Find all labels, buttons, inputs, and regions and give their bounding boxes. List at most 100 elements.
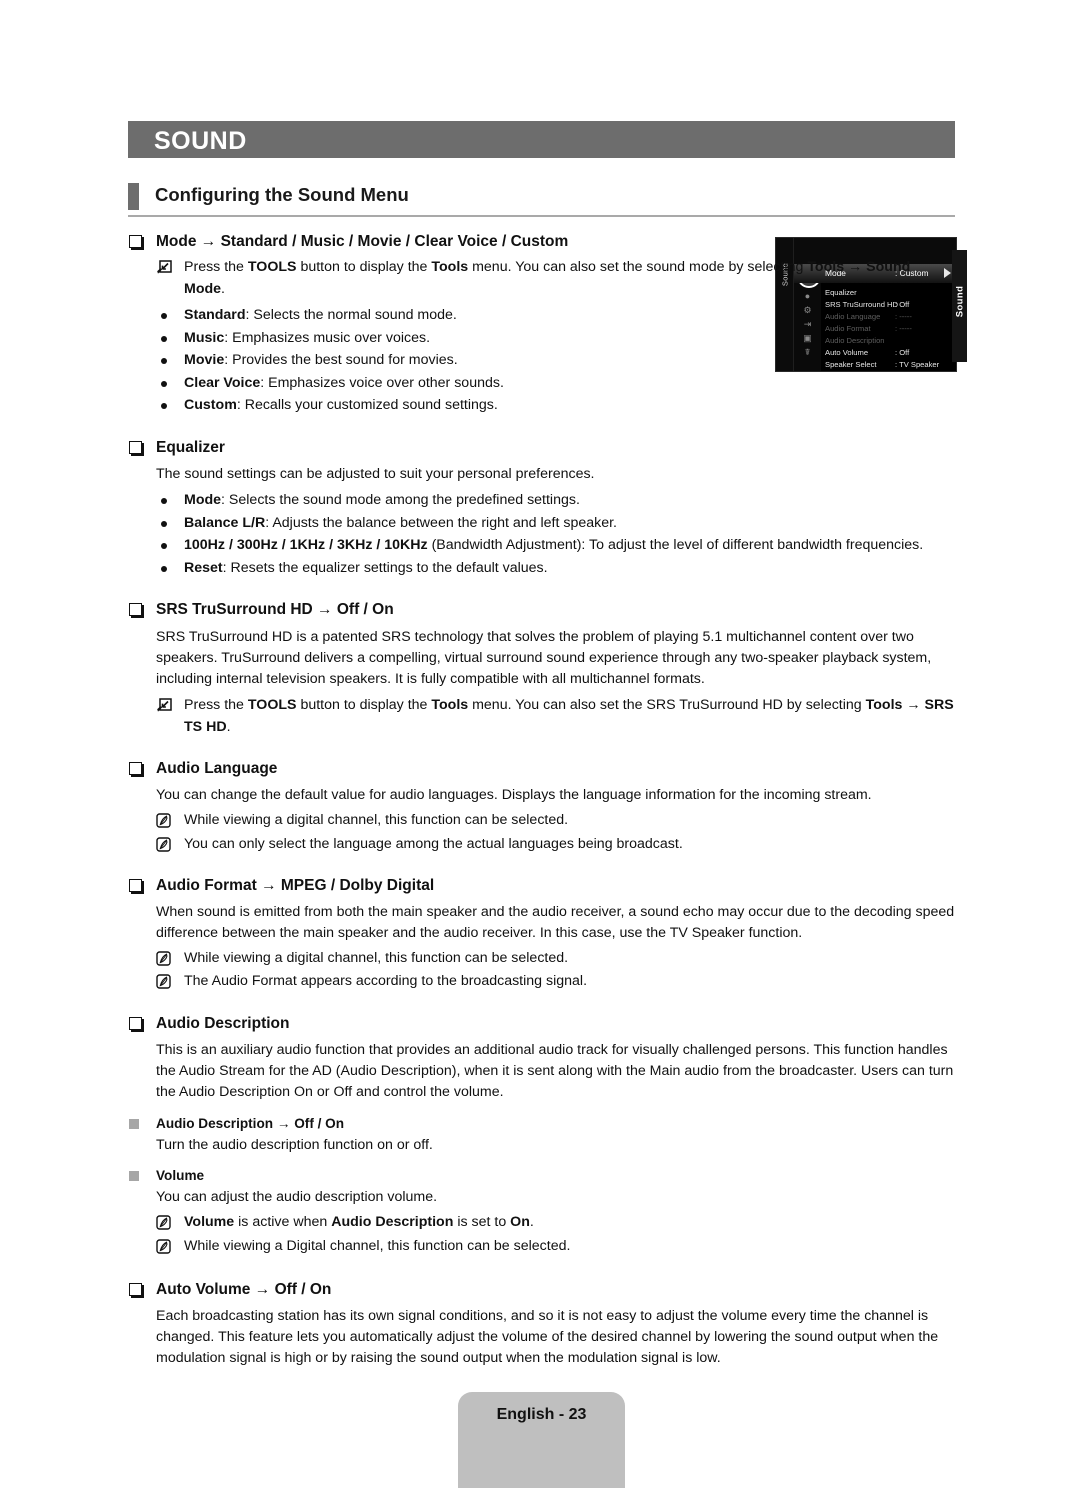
note-item: While viewing a digital channel, this fu…: [128, 948, 955, 969]
topic-audio-format-options: MPEG / Dolby Digital: [280, 876, 435, 894]
topic-equalizer-title: Equalizer: [156, 438, 225, 456]
bullet-desc: : Recalls your customized sound settings…: [236, 397, 498, 414]
note-b3: On: [510, 1214, 530, 1231]
srs-body: SRS TruSurround HD is a patented SRS tec…: [156, 628, 932, 687]
square-bullet-icon: [129, 878, 142, 892]
bullet-term: 100Hz / 300Hz / 1KHz / 3KHz / 10KHz: [184, 537, 428, 554]
note-t3: .: [529, 1214, 534, 1231]
note-icon: [156, 974, 171, 989]
note-t2: is set to: [453, 1214, 511, 1231]
list-item: Balance L/R: Adjusts the balance between…: [128, 513, 955, 535]
note-text: While viewing a digital channel, this fu…: [184, 949, 569, 966]
arrow-icon: →: [261, 876, 277, 894]
note-b2: Audio Description: [331, 1214, 454, 1231]
section-heading: Configuring the Sound Menu: [128, 183, 955, 217]
topic-auto-volume-term: Auto Volume: [156, 1280, 251, 1298]
note-text: While viewing a digital channel, this fu…: [184, 812, 569, 829]
tools-note-t1: Press the: [184, 259, 248, 276]
arrow-icon: →: [317, 601, 333, 619]
square-bullet-icon: [129, 603, 142, 617]
square-bullet-icon: [129, 762, 142, 776]
topic-mode-term: Mode: [156, 233, 197, 250]
tools-note-t4: →: [902, 697, 925, 714]
audio-language-body: You can change the default value for aud…: [156, 787, 872, 804]
subitem-volume-body: You can adjust the audio description vol…: [156, 1189, 438, 1206]
arrow-icon: →: [254, 1280, 271, 1298]
topic-audio-format-term: Audio Format: [156, 876, 257, 894]
list-item: Movie: Provides the best sound for movie…: [128, 350, 955, 372]
tools-note-t2: button to display the: [296, 697, 432, 714]
dot-bullet-icon: [161, 335, 167, 342]
mode-bullet-list: Standard: Selects the normal sound mode.…: [128, 305, 955, 417]
arrow-icon: →: [276, 1115, 291, 1131]
audio-language-notes: While viewing a digital channel, this fu…: [128, 810, 955, 855]
arrow-icon: →: [200, 233, 217, 250]
tools-note-t5: .: [226, 718, 231, 735]
topic-auto-volume-options: Off / On: [274, 1280, 332, 1298]
bullet-term: Reset: [184, 559, 223, 576]
equalizer-bullet-list: Mode: Selects the sound mode among the p…: [128, 490, 955, 579]
auto-volume-body: Each broadcasting station has its own si…: [156, 1308, 939, 1367]
tools-note-b2: Tools: [431, 697, 469, 714]
page-content: Mode → Standard / Music / Movie / Clear …: [128, 232, 955, 1369]
tools-note-b3: Tools: [865, 697, 903, 714]
dot-bullet-icon: [161, 380, 167, 387]
topic-audio-description-title: Audio Description: [156, 1014, 290, 1032]
bullet-term: Standard: [184, 306, 246, 323]
square-bullet-icon: [129, 1016, 142, 1030]
tools-icon: [156, 698, 172, 713]
tools-note-b3: Tools: [807, 259, 845, 276]
note-b1: Volume: [184, 1214, 235, 1231]
audio-format-body: When sound is emitted from both the main…: [156, 904, 955, 942]
note-item: You can only select the language among t…: [128, 834, 955, 855]
bullet-desc: : Emphasizes music over voices.: [224, 329, 431, 346]
note-icon: [156, 813, 171, 828]
topic-audio-language: Audio Language: [128, 759, 955, 778]
tools-note-b2: Tools: [431, 259, 469, 276]
subitem-term: Audio Description: [156, 1115, 274, 1131]
bullet-term: Mode: [184, 492, 222, 509]
tools-note-t2: button to display the: [296, 259, 432, 276]
gray-square-bullet-icon: [129, 1171, 139, 1182]
bullet-term: Movie: [184, 352, 225, 369]
topic-audio-description: Audio Description: [128, 1014, 955, 1033]
note-text: While viewing a Digital channel, this fu…: [184, 1237, 571, 1254]
topic-auto-volume: Auto Volume → Off / On: [128, 1280, 955, 1299]
tools-note-t3: menu. You can also set the SRS TruSurrou…: [468, 697, 866, 714]
list-item: Music: Emphasizes music over voices.: [128, 328, 955, 350]
topic-mode: Mode → Standard / Music / Movie / Clear …: [128, 232, 955, 251]
bullet-desc: : Selects the normal sound mode.: [245, 306, 457, 323]
subitem-volume: Volume: [128, 1168, 955, 1183]
note-item: The Audio Format appears according to th…: [128, 971, 955, 992]
note-item: Volume is active when Audio Description …: [128, 1212, 955, 1233]
bullet-desc: : Adjusts the balance between the right …: [265, 514, 617, 531]
note-text: The Audio Format appears according to th…: [184, 973, 588, 990]
subitem-audio-description-body: Turn the audio description function on o…: [156, 1136, 433, 1153]
tools-note-t5: .: [221, 280, 225, 297]
page-number-label: English - 23: [496, 1406, 587, 1423]
bullet-desc: (Bandwidth Adjustment): To adjust the le…: [427, 537, 924, 554]
subitem-volume-title: Volume: [156, 1168, 205, 1184]
dot-bullet-icon: [161, 498, 167, 505]
tools-icon: [156, 260, 172, 275]
note-item: While viewing a digital channel, this fu…: [128, 810, 955, 831]
list-item: Clear Voice: Emphasizes voice over other…: [128, 373, 955, 395]
section-divider: [128, 215, 955, 217]
note-icon: [156, 951, 171, 966]
note-item: While viewing a Digital channel, this fu…: [128, 1236, 955, 1257]
bullet-term: Music: [184, 329, 225, 346]
note-t1: is active when: [234, 1214, 332, 1231]
equalizer-intro: The sound settings can be adjusted to su…: [156, 466, 595, 483]
bullet-desc: : Resets the equalizer settings to the d…: [222, 559, 548, 576]
bullet-desc: : Provides the best sound for movies.: [224, 352, 458, 369]
tools-note-srs: Press the TOOLS button to display the To…: [128, 695, 955, 738]
topic-audio-language-title: Audio Language: [156, 760, 278, 778]
bullet-desc: : Selects the sound mode among the prede…: [221, 492, 580, 509]
dot-bullet-icon: [161, 312, 167, 319]
note-text: You can only select the language among t…: [184, 835, 683, 852]
gray-square-bullet-icon: [129, 1118, 139, 1129]
topic-srs-options: Off / On: [336, 601, 394, 619]
bullet-term: Balance L/R: [184, 514, 266, 531]
list-item: Custom: Recalls your customized sound se…: [128, 395, 955, 417]
bullet-term: Clear Voice: [184, 374, 261, 391]
